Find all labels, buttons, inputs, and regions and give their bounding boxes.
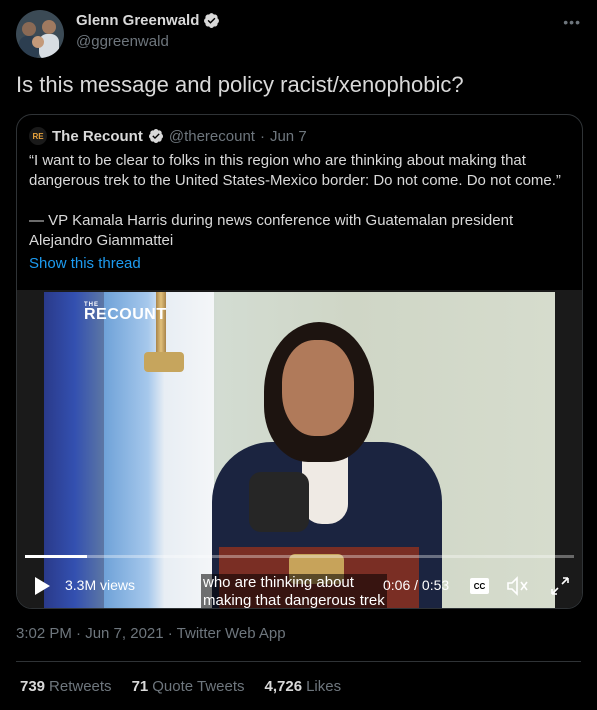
video-views: 3.3M views	[65, 577, 136, 593]
show-thread-link[interactable]: Show this thread	[29, 255, 141, 272]
quoted-author-name: The Recount	[52, 127, 143, 145]
mute-icon[interactable]	[506, 575, 530, 597]
verified-badge-icon	[204, 13, 220, 28]
verified-badge-icon	[148, 129, 163, 143]
tweet-stats: 739 Retweets 71 Quote Tweets 4,726 Likes	[20, 678, 341, 695]
video-caption: who are thinking about making that dange…	[201, 574, 387, 609]
quoted-tweet[interactable]: RE The Recount @therecount · Jun 7 “I wa…	[16, 114, 583, 609]
more-icon[interactable]: •••	[563, 14, 581, 30]
quoted-paragraph: — VP Kamala Harris during news conferenc…	[29, 212, 514, 249]
retweets-stat[interactable]: 739 Retweets	[20, 678, 112, 695]
tweet-text: Is this message and policy racist/xenoph…	[16, 72, 464, 97]
fullscreen-icon[interactable]	[549, 575, 571, 597]
video-progress-bar[interactable]	[25, 555, 574, 558]
author-name-row[interactable]: Glenn Greenwald	[76, 12, 220, 29]
author-display-name[interactable]: Glenn Greenwald	[76, 12, 199, 29]
quoted-paragraph: “I want to be clear to folks in this reg…	[29, 152, 561, 189]
quoted-separator: ·	[259, 127, 265, 145]
likes-stat[interactable]: 4,726 Likes	[265, 678, 342, 695]
tweet-timestamp[interactable]: 3:02 PM · Jun 7, 2021 · Twitter Web App	[16, 625, 286, 642]
quoted-author-avatar: RE	[29, 127, 47, 145]
video-progress-fill	[25, 555, 88, 558]
quote-tweets-stat[interactable]: 71 Quote Tweets	[132, 678, 245, 695]
play-icon[interactable]	[33, 576, 51, 596]
author-handle[interactable]: @ggreenwald	[76, 33, 169, 50]
video-time: 0:06 / 0:53	[383, 577, 450, 593]
quoted-author-handle: @therecount	[168, 127, 255, 145]
tweet-header: Glenn Greenwald @ggreenwald •••	[16, 10, 581, 60]
video-brand-logo: THE RECOUNT	[84, 302, 167, 323]
quoted-tweet-text: “I want to be clear to folks in this reg…	[29, 151, 569, 251]
video-frame[interactable]: THE RECOUNT	[44, 292, 555, 608]
quoted-date: Jun 7	[269, 127, 307, 145]
video-player[interactable]: THE RECOUNT 3.3M views who are thinking …	[17, 290, 582, 609]
author-avatar[interactable]	[16, 10, 64, 58]
divider	[16, 661, 581, 662]
quoted-tweet-header: RE The Recount @therecount · Jun 7	[29, 127, 307, 145]
microphone	[249, 472, 309, 532]
closed-captions-button[interactable]: CC	[470, 578, 489, 594]
